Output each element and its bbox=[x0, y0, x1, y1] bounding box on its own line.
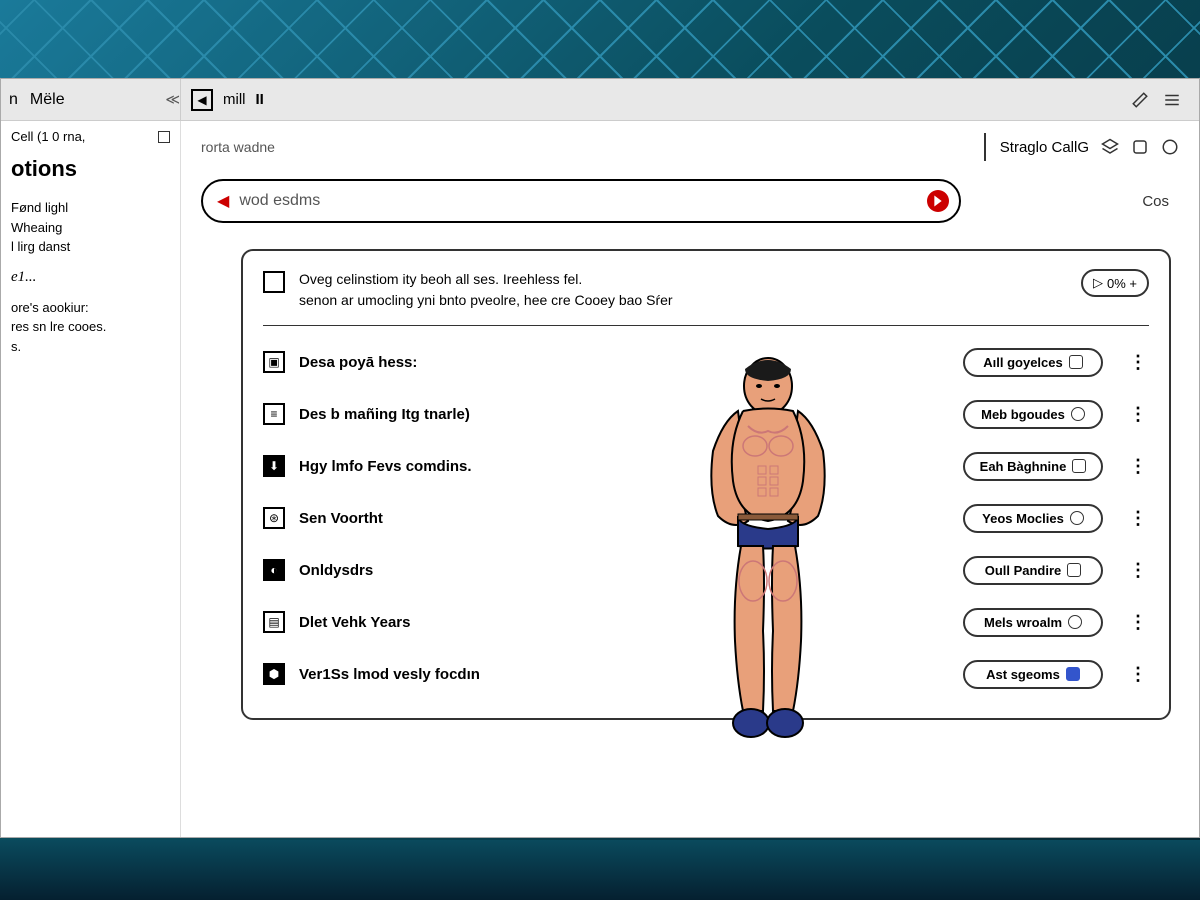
row-action-button[interactable]: Ast sgeoms bbox=[963, 660, 1103, 689]
row-action-button[interactable]: Eah Bàghnine bbox=[963, 452, 1103, 481]
sidebar-square-icon[interactable] bbox=[158, 131, 170, 143]
nav-badge: II bbox=[256, 91, 264, 108]
card-header-icon bbox=[263, 271, 285, 293]
card-header-badge[interactable]: ▷ 0% + bbox=[1081, 269, 1149, 297]
row-label: Sen Voortht bbox=[299, 510, 949, 527]
topline: rorta wadne Straglo CallG bbox=[201, 129, 1179, 165]
titlebar: n Mële ≪ ◀ mill II bbox=[1, 79, 1199, 121]
row-label: Dlet Vehk Years bbox=[299, 614, 949, 631]
moon-icon: ◐ bbox=[263, 559, 285, 581]
search-action-icon[interactable] bbox=[927, 190, 949, 212]
layers-icon[interactable] bbox=[1101, 138, 1119, 156]
more-icon[interactable]: ⋮ bbox=[1129, 352, 1149, 373]
more-icon[interactable]: ⋮ bbox=[1129, 664, 1149, 685]
list-item: ⬢ Ver1Ss lmod vesly focdın Ast sgeoms ⋮ bbox=[263, 648, 1149, 700]
shield-icon: ⬢ bbox=[263, 663, 285, 685]
edit-icon[interactable] bbox=[1131, 91, 1149, 109]
btn-trailing-icon bbox=[1072, 459, 1086, 473]
btn-trailing-icon bbox=[1067, 563, 1081, 577]
search-input[interactable] bbox=[239, 192, 945, 210]
collapse-icon[interactable]: ≪ bbox=[165, 91, 180, 108]
more-icon[interactable]: ⋮ bbox=[1129, 508, 1149, 529]
menu-icon[interactable] bbox=[1163, 91, 1181, 109]
search-icon: ◀ bbox=[217, 191, 229, 211]
download-icon: ⬇ bbox=[263, 455, 285, 477]
list-item: ▤ Dlet Vehk Years Mels wroalm ⋮ bbox=[263, 596, 1149, 648]
row-label: Hgy lmfo Fevs comdins. bbox=[299, 458, 949, 475]
card-header: Oveg celinstiom ity beoh all ses. Ireehl… bbox=[263, 269, 1149, 326]
row-action-button[interactable]: Oull Pandire bbox=[963, 556, 1103, 585]
row-label: Ver1Ss lmod vesly focdın bbox=[299, 666, 949, 683]
titlebar-center: ◀ mill II bbox=[181, 89, 1131, 111]
titlebar-left: n Mële ≪ bbox=[1, 79, 181, 120]
back-button[interactable]: ◀ bbox=[191, 89, 213, 111]
side-link[interactable]: Cos bbox=[1142, 193, 1169, 210]
more-icon[interactable]: ⋮ bbox=[1129, 612, 1149, 633]
btn-trailing-icon bbox=[1068, 615, 1082, 629]
main-content: rorta wadne Straglo CallG ◀ Cos bbox=[181, 121, 1199, 837]
sidebar-heading: otions bbox=[11, 156, 170, 182]
square-icon[interactable] bbox=[1131, 138, 1149, 156]
sidebar: Cell (1 0 rna, otions Fønd lighl Wheaing… bbox=[1, 121, 181, 837]
list-icon: ≡ bbox=[263, 403, 285, 425]
breadcrumb: rorta wadne bbox=[201, 139, 275, 155]
list-item: ◐ Onldysdrs Oull Pandire ⋮ bbox=[263, 544, 1149, 596]
row-label: Onldysdrs bbox=[299, 562, 949, 579]
row-action-button[interactable]: Mels wroalm bbox=[963, 608, 1103, 637]
titlebar-right bbox=[1131, 91, 1191, 109]
btn-trailing-icon bbox=[1070, 511, 1084, 525]
list-item: ⬇ Hgy lmfo Fevs comdins. Eah Bàghnine ⋮ bbox=[263, 440, 1149, 492]
btn-trailing-icon bbox=[1066, 667, 1080, 681]
more-icon[interactable]: ⋮ bbox=[1129, 560, 1149, 581]
sidebar-italic: e1... bbox=[11, 269, 170, 286]
circle-icon[interactable] bbox=[1161, 138, 1179, 156]
globe-icon: ⊛ bbox=[263, 507, 285, 529]
sidebar-subline: Cell (1 0 rna, bbox=[11, 129, 170, 144]
list-item: ≡ Des b mañing Itg tnarle) Meb bgoudes ⋮ bbox=[263, 388, 1149, 440]
right-tools: Straglo CallG bbox=[984, 133, 1179, 161]
badge-bolt-icon: ▷ bbox=[1093, 275, 1103, 291]
camera-icon: ▣ bbox=[263, 351, 285, 373]
more-icon[interactable]: ⋮ bbox=[1129, 404, 1149, 425]
list-item: ⊛ Sen Voortht Yeos Moclies ⋮ bbox=[263, 492, 1149, 544]
more-icon[interactable]: ⋮ bbox=[1129, 456, 1149, 477]
app-window: n Mële ≪ ◀ mill II Cell (1 0 rna, otions… bbox=[0, 78, 1200, 838]
card-header-text: Oveg celinstiom ity beoh all ses. Ireehl… bbox=[299, 269, 1067, 311]
row-label: Desa poyā hess: bbox=[299, 354, 949, 371]
row-action-button[interactable]: Aıll goyelces bbox=[963, 348, 1103, 377]
row-action-button[interactable]: Yeos Moclies bbox=[963, 504, 1103, 533]
btn-trailing-icon bbox=[1069, 355, 1083, 369]
sidebar-subline-text: Cell (1 0 rna, bbox=[11, 129, 85, 144]
searchbar: ◀ Cos bbox=[201, 179, 1179, 223]
badge-text: 0% + bbox=[1107, 276, 1137, 291]
sidebar-para2: ore's aookiur: res sn lre cooes. s. bbox=[11, 298, 170, 357]
prefix-char: n bbox=[9, 91, 18, 109]
tool-label[interactable]: Straglo CallG bbox=[1000, 139, 1089, 156]
lines-icon: ▤ bbox=[263, 611, 285, 633]
row-action-button[interactable]: Meb bgoudes bbox=[963, 400, 1103, 429]
row-label: Des b mañing Itg tnarle) bbox=[299, 406, 949, 423]
results-card: Oveg celinstiom ity beoh all ses. Ireehl… bbox=[241, 249, 1171, 720]
sidebar-para1: Fønd lighl Wheaing l lirg danst bbox=[11, 198, 170, 257]
nav-label: mill bbox=[223, 91, 246, 108]
app-title: Mële bbox=[30, 91, 65, 109]
results-list: ▣ Desa poyā hess: Aıll goyelces ⋮ ≡ Des b mañ… bbox=[263, 336, 1149, 700]
list-item: ▣ Desa poyā hess: Aıll goyelces ⋮ bbox=[263, 336, 1149, 388]
btn-trailing-icon bbox=[1071, 407, 1085, 421]
search-pill[interactable]: ◀ bbox=[201, 179, 961, 223]
